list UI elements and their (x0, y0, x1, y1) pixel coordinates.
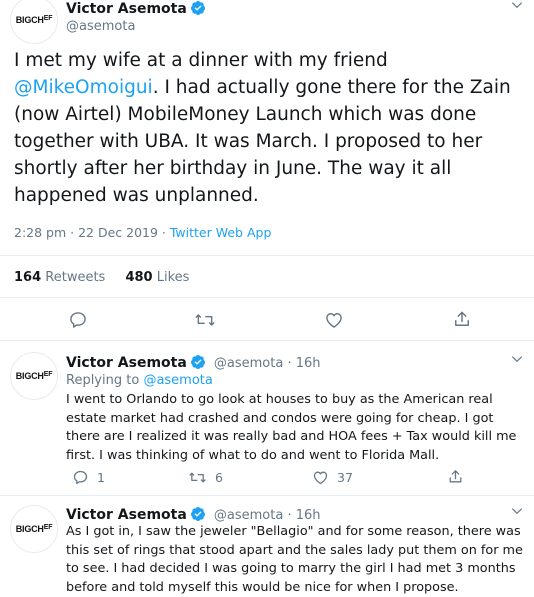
share-button[interactable] (447, 468, 464, 485)
retweet-button[interactable] (194, 310, 216, 330)
replying-handle-link[interactable]: @asemota (143, 373, 212, 388)
avatar-text: BIGCHEF (15, 371, 53, 381)
author-name[interactable]: Victor Asemota (66, 355, 187, 371)
divider (0, 297, 534, 298)
divider (0, 340, 534, 341)
retweet-icon (194, 310, 216, 330)
share-button[interactable] (452, 309, 472, 329)
tweet-stats: 164 Retweets 480 Likes (14, 270, 189, 285)
reply-time[interactable]: · 16h (283, 356, 320, 371)
author-handle[interactable]: @asemota (214, 356, 283, 371)
reply-button[interactable] (68, 310, 88, 330)
likes-count: 480 (125, 270, 153, 285)
reply-text: I went to Orlando to go look at houses t… (66, 392, 517, 463)
retweet-count: 6 (215, 470, 223, 485)
author-name[interactable]: Victor Asemota (66, 1, 187, 17)
reply-count: 1 (97, 470, 105, 485)
like-button[interactable] (324, 310, 344, 330)
tweet-meta: 2:28 pm · 22 Dec 2019 · Twitter Web App (14, 225, 271, 240)
heart-icon (312, 469, 329, 486)
mention-link[interactable]: @MikeOmoigui (14, 77, 153, 98)
author-block: Victor Asemota @asemota (66, 0, 206, 34)
author-handle[interactable]: @asemota (66, 19, 206, 34)
author-name[interactable]: Victor Asemota (66, 507, 187, 523)
like-count: 37 (337, 470, 353, 485)
reply-button[interactable]: 1 (72, 469, 105, 486)
source-link[interactable]: Twitter Web App (170, 225, 272, 240)
reply-time[interactable]: · 16h (283, 508, 320, 523)
more-options-chevron-down-icon[interactable] (510, 0, 524, 12)
reply-icon (68, 310, 88, 330)
retweets-stat[interactable]: 164 Retweets (14, 270, 105, 285)
reply-header: Victor Asemota @asemota · 16h (66, 352, 321, 371)
avatar[interactable]: BIGCHEF (10, 352, 58, 400)
verified-badge-icon (190, 0, 206, 16)
avatar[interactable]: BIGCHEF (10, 0, 58, 44)
reply-icon (72, 469, 89, 486)
retweets-count: 164 (14, 270, 42, 285)
avatar[interactable]: BIGCHEF (10, 505, 58, 553)
likes-label: Likes (156, 270, 190, 285)
reply-text: As I got in, I saw the jeweler "Bellagio… (66, 524, 523, 595)
likes-stat[interactable]: 480 Likes (125, 270, 189, 285)
replying-to: Replying to @asemota (66, 373, 213, 388)
timestamp[interactable]: 2:28 pm · 22 Dec 2019 · (14, 225, 170, 240)
reply-header: Victor Asemota @asemota · 16h (66, 504, 321, 523)
retweet-icon (188, 469, 207, 486)
heart-icon (324, 310, 344, 330)
share-icon (447, 468, 464, 485)
divider (0, 255, 534, 256)
avatar-text: BIGCHEF (15, 524, 53, 534)
divider (0, 495, 534, 496)
verified-badge-icon (190, 506, 206, 522)
verified-badge-icon (190, 354, 206, 370)
avatar-text: BIGCHEF (15, 15, 53, 25)
replying-label: Replying to (66, 373, 144, 388)
more-options-chevron-down-icon[interactable] (510, 504, 524, 518)
author-handle[interactable]: @asemota (214, 508, 283, 523)
tweet-text-part: I met my wife at a dinner with my friend (14, 50, 388, 71)
share-icon (452, 309, 472, 329)
tweet-text: I met my wife at a dinner with my friend… (14, 47, 524, 209)
retweets-label: Retweets (45, 270, 106, 285)
retweet-button[interactable]: 6 (188, 469, 223, 486)
like-button[interactable]: 37 (312, 469, 353, 486)
more-options-chevron-down-icon[interactable] (510, 352, 524, 366)
